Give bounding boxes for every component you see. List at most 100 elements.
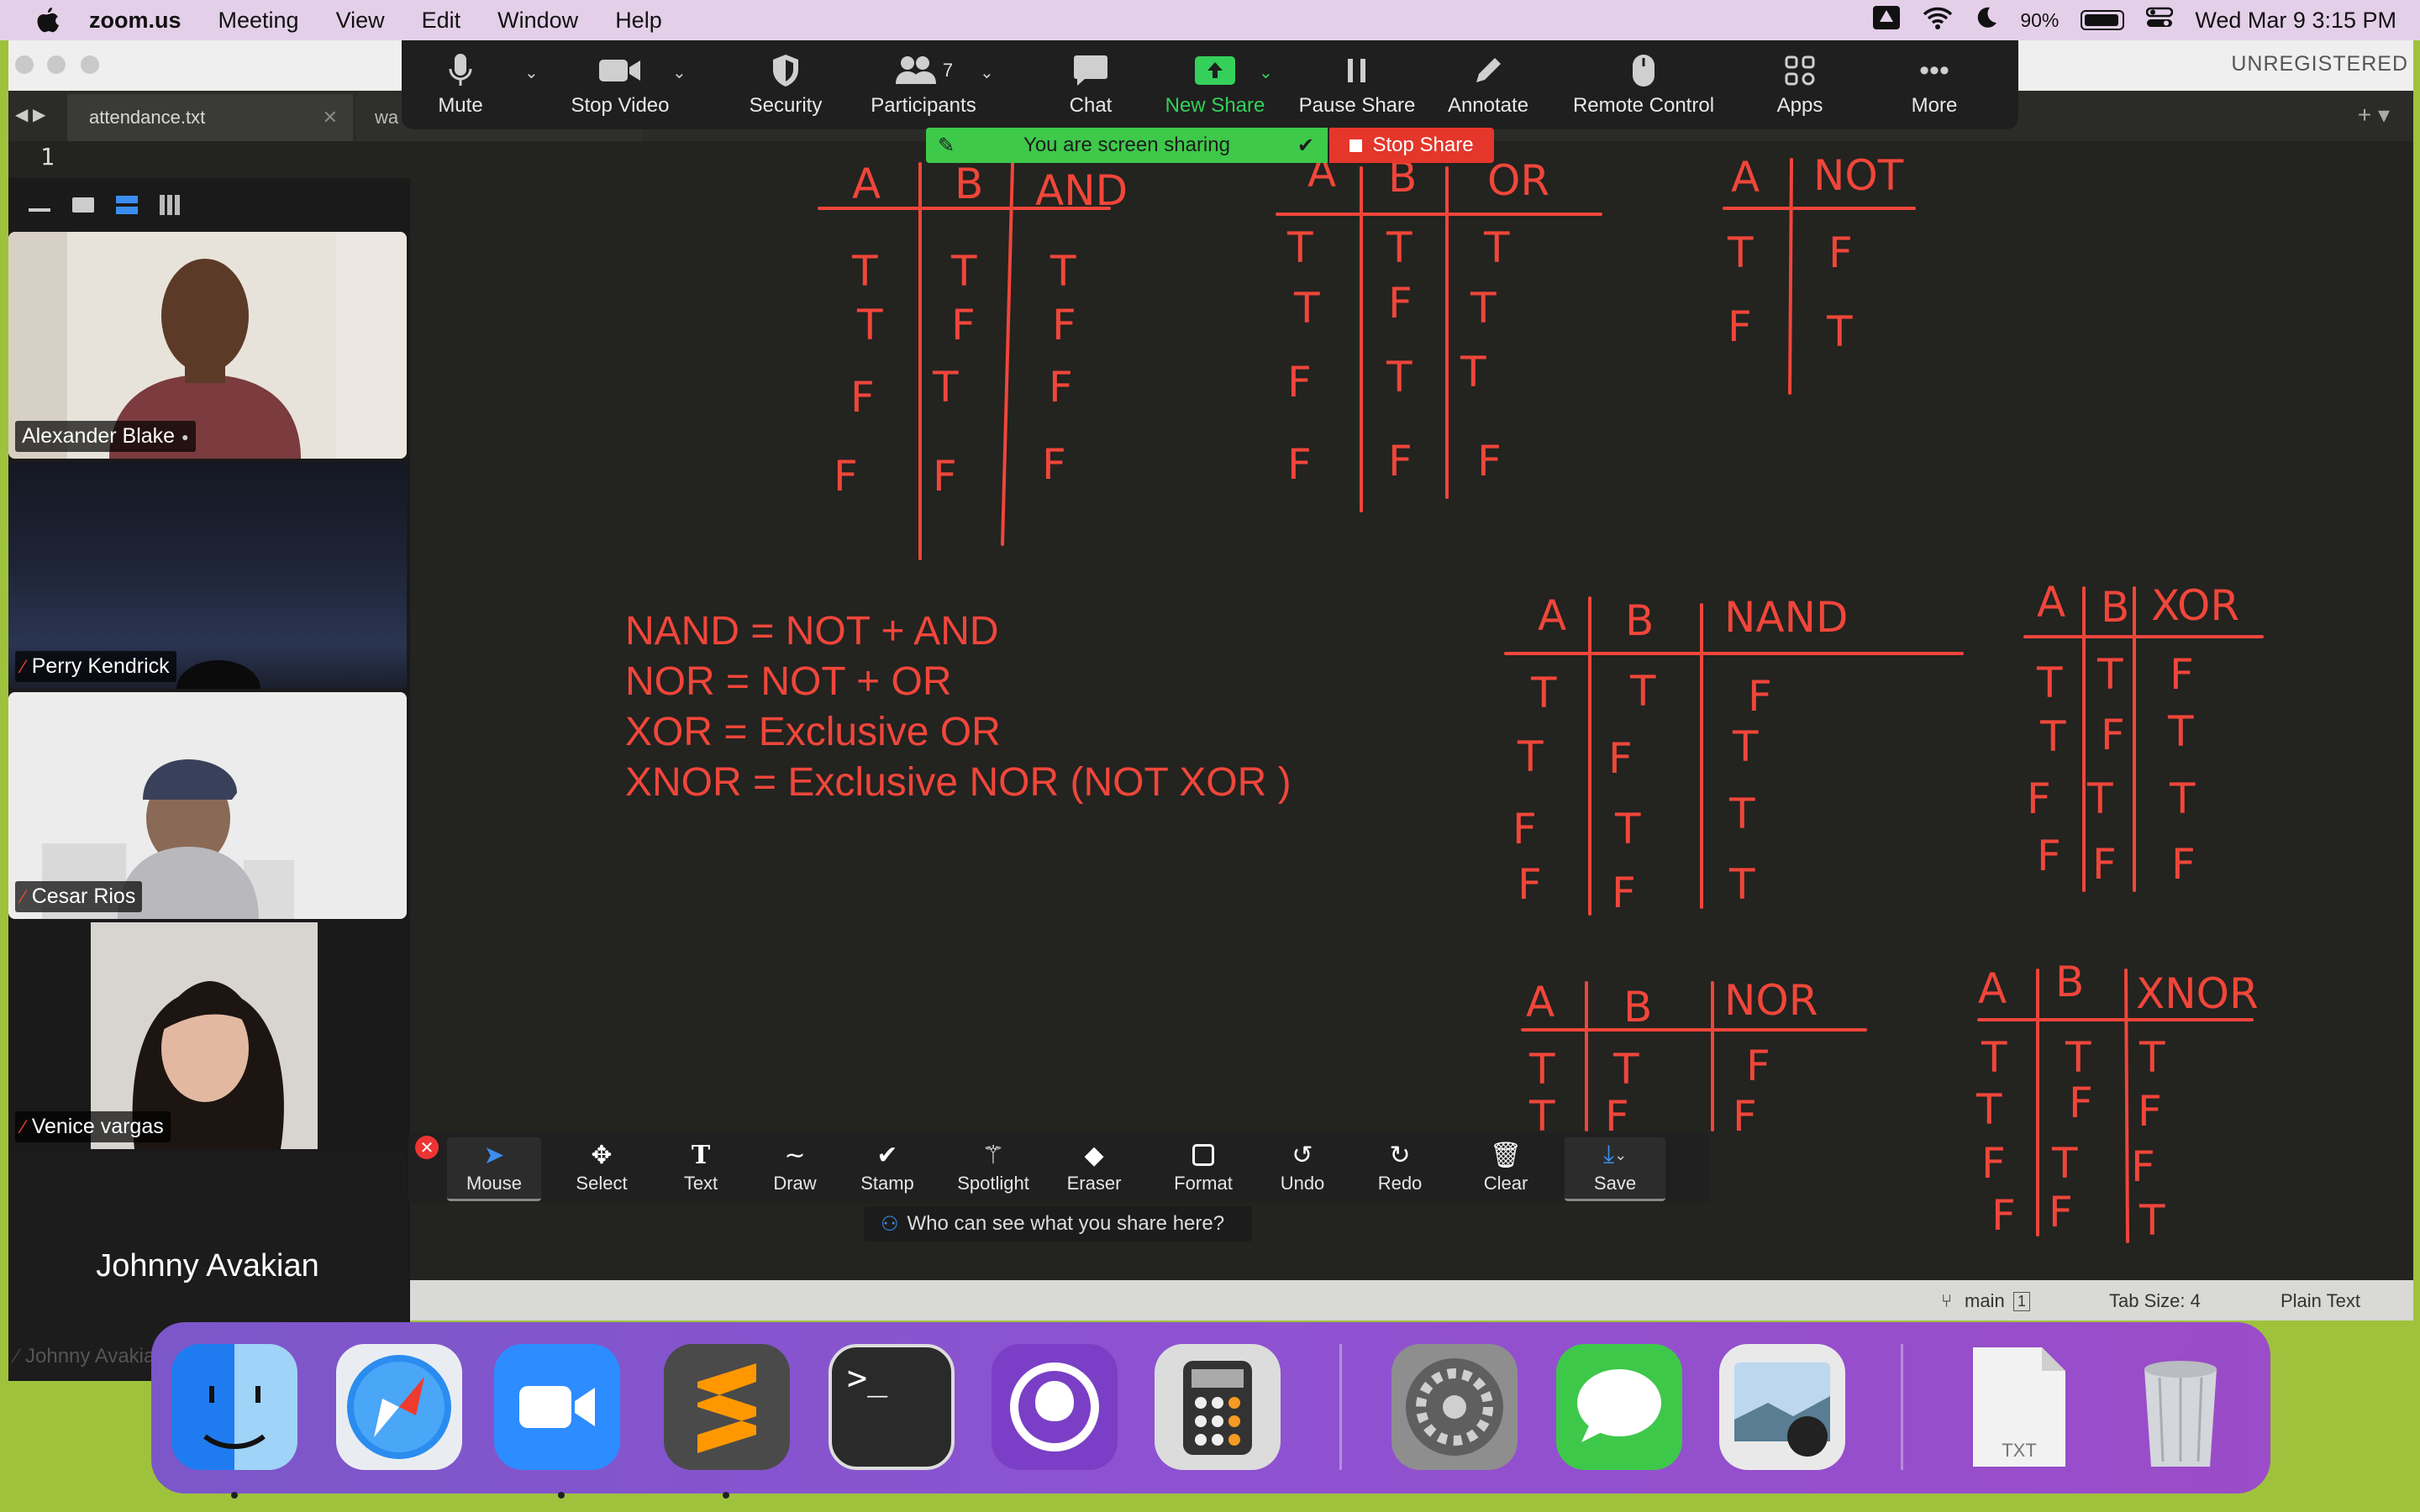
xnor-cell: F: [2138, 1087, 2162, 1136]
nand-cell: T: [1732, 722, 1759, 771]
xor-cell: T: [2039, 712, 2066, 761]
github-desktop-icon[interactable]: [992, 1344, 1118, 1470]
undo-button[interactable]: ↺ Undo: [1260, 1137, 1344, 1201]
nand-cell: F: [1608, 734, 1633, 783]
nand-cell: F: [1512, 805, 1537, 853]
muted-mic-icon: ⁄: [15, 1344, 19, 1368]
xnor-header-b: B: [2055, 958, 2084, 1006]
video-tile-cesar-rios[interactable]: ⁄ Cesar Rios: [8, 692, 407, 919]
xnor-cell: T: [2065, 1033, 2091, 1082]
share-options-caret-icon[interactable]: ⌄: [1259, 62, 1273, 83]
security-button[interactable]: Security: [731, 47, 840, 128]
annotate-button[interactable]: Annotate: [1442, 47, 1534, 128]
text-t-icon: T: [691, 1140, 711, 1170]
video-tile-alexander-blake[interactable]: Alexander Blake ●: [8, 232, 407, 459]
system-preferences-icon[interactable]: [1392, 1344, 1518, 1470]
xnor-cell: F: [2049, 1188, 2073, 1236]
share-screen-arrow-icon: [1194, 47, 1236, 94]
minimize-panel-icon[interactable]: [29, 208, 50, 212]
participants-count: 7: [942, 60, 954, 81]
tab-size[interactable]: Tab Size: 4: [2109, 1290, 2201, 1312]
sublime-text-icon[interactable]: [664, 1344, 790, 1470]
nand-cell: T: [1629, 667, 1656, 716]
and-cell: F: [1049, 363, 1073, 412]
mute-button[interactable]: Mute: [427, 47, 494, 128]
grid-view-icon[interactable]: [160, 195, 182, 215]
and-header-result: AND: [1035, 166, 1128, 215]
xor-cell: F: [2027, 774, 2051, 823]
redo-button[interactable]: ↻ Redo: [1358, 1137, 1442, 1201]
xor-cell: T: [2086, 774, 2113, 823]
text-file-icon[interactable]: TXT: [1956, 1344, 2082, 1470]
more-button[interactable]: ••• More: [1892, 47, 1976, 128]
clear-button[interactable]: 🗑 Clear: [1464, 1137, 1548, 1201]
eraser-tool[interactable]: ◆ Eraser: [1052, 1137, 1136, 1201]
new-share-button[interactable]: New Share: [1156, 47, 1274, 128]
note-line: XOR = Exclusive OR: [625, 710, 1001, 754]
nor-header-a: A: [1526, 978, 1555, 1026]
syntax-mode[interactable]: Plain Text: [2281, 1290, 2360, 1312]
safari-icon[interactable]: [336, 1344, 462, 1470]
stop-share-button[interactable]: Stop Share: [1329, 128, 1494, 163]
format-tool[interactable]: Format: [1161, 1137, 1245, 1201]
xor-cell: F: [2092, 840, 2117, 889]
video-tile-perry-kendrick[interactable]: ⁄ Perry Kendrick: [8, 462, 407, 689]
apps-button[interactable]: Apps: [1758, 47, 1842, 128]
draw-tool[interactable]: ∼ Draw: [753, 1137, 837, 1201]
spotlight-tool[interactable]: ⚚ Spotlight: [943, 1137, 1044, 1201]
xnor-cell: F: [2131, 1142, 2155, 1191]
more-label: More: [1911, 94, 1958, 117]
redo-label: Redo: [1377, 1173, 1423, 1194]
whiteboard-notes: NAND = NOT + AND NOR = NOT + OR XOR = Ex…: [625, 606, 1292, 808]
participants-options-caret-icon[interactable]: ⌄: [980, 62, 994, 83]
sharing-pin-icon[interactable]: ✎: [938, 134, 955, 158]
and-cell: T: [932, 363, 959, 412]
preview-icon[interactable]: [1719, 1344, 1845, 1470]
text-tool[interactable]: T Text: [659, 1137, 743, 1201]
select-tool[interactable]: ✥ Select: [560, 1137, 644, 1201]
git-branch-icon: ⑂: [1941, 1290, 1953, 1311]
save-button[interactable]: ⤓ ⌄ Save: [1565, 1137, 1665, 1201]
pause-share-button[interactable]: Pause Share: [1294, 47, 1420, 128]
chat-button[interactable]: Chat: [1049, 47, 1133, 128]
single-video-icon[interactable]: [72, 197, 94, 213]
mute-label: Mute: [438, 94, 483, 117]
participants-label: Participants: [871, 94, 976, 117]
trash-icon[interactable]: [2118, 1344, 2244, 1470]
running-indicator: [558, 1492, 565, 1499]
nand-cell: T: [1728, 790, 1755, 838]
zoom-icon[interactable]: [494, 1344, 620, 1470]
calculator-icon[interactable]: [1155, 1344, 1281, 1470]
xor-header-b: B: [2101, 583, 2129, 632]
git-branch-badge: 1: [2013, 1292, 2031, 1311]
who-can-see-button[interactable]: ⚇ Who can see what you share here?: [864, 1206, 1252, 1242]
git-branch[interactable]: main: [1965, 1290, 2005, 1312]
video-tile-venice-vargas[interactable]: ⁄ Venice vargas: [8, 922, 407, 1149]
nand-cell: T: [1728, 860, 1755, 909]
not-header-a: A: [1731, 153, 1760, 202]
terminal-icon[interactable]: >_: [829, 1344, 955, 1470]
close-annotation-icon[interactable]: ✕: [415, 1136, 439, 1159]
running-indicator: [723, 1492, 729, 1499]
stop-video-button[interactable]: Stop Video: [561, 47, 679, 128]
stamp-tool[interactable]: ✔ Stamp: [845, 1137, 929, 1201]
xnor-cell: T: [1975, 1085, 2002, 1134]
and-cell: T: [950, 247, 977, 296]
video-options-caret-icon[interactable]: ⌄: [672, 62, 687, 83]
participants-button[interactable]: 7 Participants: [860, 47, 986, 128]
strip-view-icon[interactable]: [116, 196, 138, 214]
shield-check-icon: ✔: [1297, 134, 1314, 157]
mute-options-caret-icon[interactable]: ⌄: [524, 62, 539, 83]
remote-control-button[interactable]: Remote Control: [1551, 47, 1736, 128]
and-cell: F: [1042, 440, 1066, 489]
or-cell: F: [1477, 437, 1502, 486]
format-label: Format: [1174, 1173, 1233, 1194]
xnor-cell: F: [1981, 1139, 2006, 1188]
xor-cell: F: [2171, 840, 2196, 889]
mouse-tool[interactable]: ➤ Mouse: [447, 1137, 541, 1201]
messages-icon[interactable]: [1556, 1344, 1682, 1470]
xor-header-a: A: [2037, 578, 2065, 627]
finder-icon[interactable]: [171, 1344, 297, 1470]
or-cell: F: [1388, 437, 1413, 486]
and-cell: T: [1050, 247, 1076, 296]
